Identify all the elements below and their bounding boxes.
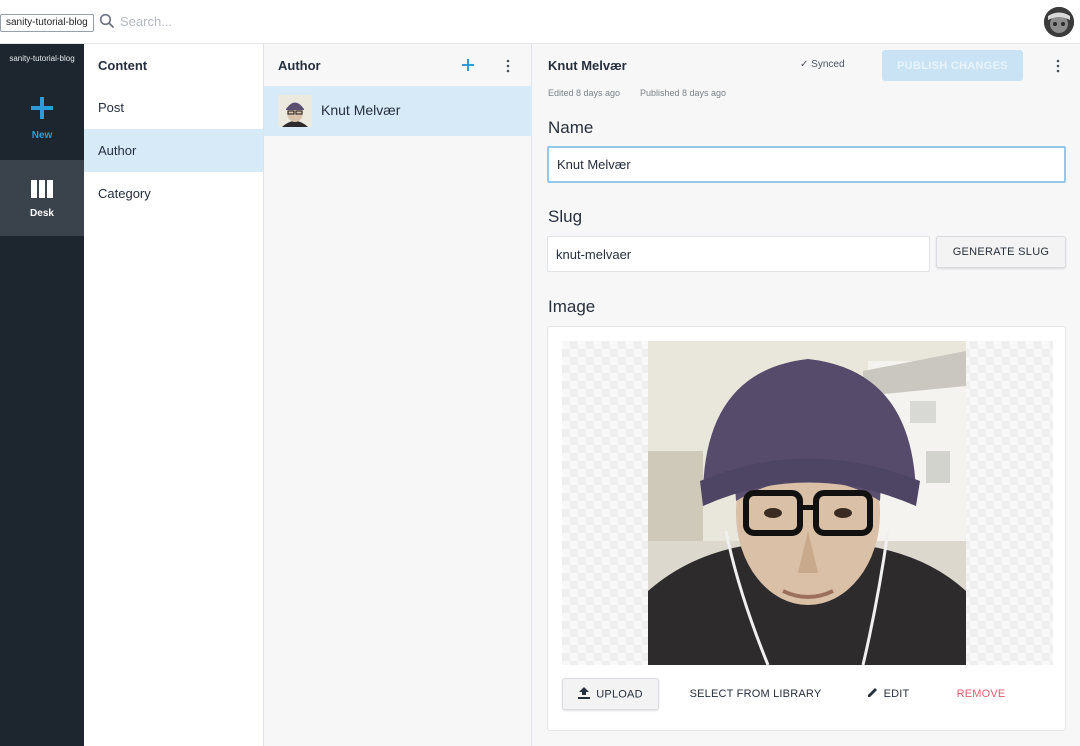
more-vertical-icon[interactable]	[1056, 59, 1060, 78]
author-list-item[interactable]: Knut Melvær	[264, 86, 532, 136]
left-navigation: sanity-tutorial-blog New Desk	[0, 44, 84, 746]
edit-label: EDIT	[883, 687, 910, 700]
remove-image-button[interactable]: REMOVE	[946, 678, 1016, 710]
desk-tool-button[interactable]: Desk	[0, 160, 84, 236]
author-thumbnail	[278, 95, 312, 127]
author-portrait-image	[648, 341, 966, 665]
upload-button[interactable]: UPLOAD	[562, 678, 659, 710]
slug-input[interactable]	[547, 236, 930, 272]
name-input[interactable]	[547, 146, 1066, 183]
project-name: sanity-tutorial-blog	[9, 54, 75, 63]
content-pane-title: Content	[98, 58, 148, 73]
publish-changes-button[interactable]: PUBLISH CHANGES	[882, 50, 1023, 81]
document-title: Knut Melvær	[548, 58, 627, 73]
author-pane-title: Author	[278, 58, 321, 73]
upload-icon	[578, 686, 591, 702]
new-label: New	[31, 130, 53, 141]
desk-label: Desk	[30, 208, 54, 219]
content-item-category[interactable]: Category	[84, 172, 263, 215]
user-avatar[interactable]	[1044, 7, 1074, 37]
edited-timestamp: Edited 8 days ago	[548, 88, 621, 98]
image-field: UPLOAD SELECT FROM LIBRARY EDIT REMOVE	[547, 326, 1066, 731]
generate-slug-button[interactable]: GENERATE SLUG	[936, 236, 1066, 268]
content-pane: Content Post Author Category	[84, 44, 264, 746]
search-input[interactable]	[120, 10, 420, 32]
author-list-pane: Author Knut Melvær	[264, 44, 532, 746]
desk-icon	[31, 180, 53, 203]
search-icon	[98, 12, 116, 30]
project-tooltip: sanity-tutorial-blog	[0, 14, 94, 32]
content-item-author[interactable]: Author	[84, 129, 263, 172]
image-field-label: Image	[548, 297, 596, 316]
upload-label: UPLOAD	[596, 687, 643, 700]
name-field-label: Name	[548, 118, 594, 137]
content-item-post[interactable]: Post	[84, 86, 263, 129]
document-editor-pane: Knut Melvær Edited 8 days ago Published …	[532, 44, 1080, 746]
more-vertical-icon[interactable]	[506, 59, 510, 78]
author-name: Knut Melvær	[321, 102, 401, 118]
top-bar: sanity-tutorial-blog	[0, 0, 1080, 44]
new-document-button[interactable]: New	[0, 92, 84, 150]
edit-image-button[interactable]: EDIT	[858, 678, 918, 710]
select-from-library-button[interactable]: SELECT FROM LIBRARY	[678, 678, 833, 710]
synced-status: ✓ Synced	[800, 59, 845, 70]
image-preview	[562, 341, 1053, 665]
add-icon[interactable]	[462, 58, 474, 76]
slug-field-label: Slug	[548, 207, 583, 226]
published-timestamp: Published 8 days ago	[640, 88, 727, 98]
plus-icon	[30, 96, 54, 125]
edit-pencil-icon	[867, 687, 878, 701]
